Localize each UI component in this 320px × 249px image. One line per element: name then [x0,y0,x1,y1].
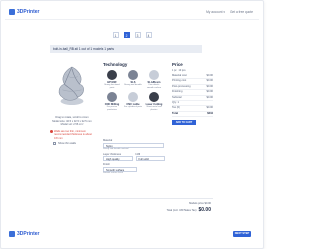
technology-section: Technology HP MJF Strong functional part… [103,62,163,111]
infill-select[interactable]: Full solid [135,156,165,162]
logo-text: 3DPrinter [17,8,40,15]
price-label: Subtotal [172,95,182,99]
order-summary: Models price $0.00 Total (incl. VAT/Sale… [50,198,213,216]
step-4[interactable]: 4 [145,32,152,38]
price-value: $0.00 [206,84,214,88]
model-viewer[interactable] [50,56,94,116]
step-indicator: 1 2 3 4 [1,32,263,38]
price-value: $0.00 [206,95,214,99]
price-label: Printing cost [172,79,187,83]
tech-option-cnc-milling[interactable]: CNC Milling For precise production [103,91,121,111]
price-label: Qty: 1 [172,101,179,105]
my-account-link[interactable]: My account ▾ [206,10,225,14]
show-thin-walls-toggle[interactable]: Show thin walls [50,142,94,145]
tech-desc: Fine details smooth surface [146,84,162,89]
total-label: Total (incl. VAT/Sales Tax) [166,208,197,212]
tech-option-sls[interactable]: SLS Strong and durable [124,69,142,89]
layer-infill-row: Layer thickness High quality Infill Full… [103,151,165,162]
price-label: Total [172,111,179,115]
tech-option-hp-mjf[interactable]: HP MJF Strong functional parts [103,69,121,89]
hp-mjf-icon [107,70,117,80]
footer-logo[interactable]: 3DPrinter [9,231,40,237]
price-label: Material cost [172,74,187,77]
technology-title: Technology [103,62,128,67]
model-preview-panel: Drag to rotate, scroll to zoom Model siz… [50,56,94,145]
options-form: Material Nylon Strong and durable materi… [103,137,165,175]
technology-grid: HP MJF Strong functional parts SLS Stron… [103,69,163,111]
warning-icon [50,130,53,134]
price-label: Finishing [172,90,183,94]
model-volume: Model vol: 2.56 cm³ [60,123,84,127]
models-price: Models price $0.00 [189,202,211,205]
step-3[interactable]: 3 [134,32,141,38]
header-links: My account ▾ Get a free quote [206,10,253,14]
sls-icon [128,70,138,80]
price-value: $0.00 [206,74,214,77]
tech-option-laser-cutting[interactable]: Laser Cutting Sheet metal and plastics [145,91,163,111]
price-value: $234 [207,111,213,115]
tech-desc: Strong and durable [124,84,142,86]
laser-cutting-icon [149,92,159,103]
warning-text: Walls are too thin, minimum recommended … [54,129,92,140]
finish-hint: Smooth surface finish [103,171,123,174]
price-label: Post-processing [172,84,191,88]
price-title: Price [172,62,183,67]
tech-desc: For precise production [106,106,118,111]
layer-select[interactable]: High quality [103,156,133,162]
price-value: $0.00 [206,79,214,83]
app-window: 3DPrinter My account ▾ Get a free quote … [0,0,264,249]
logo[interactable]: 3DPrinter [9,8,40,15]
cnc-milling-icon [107,92,117,103]
file-info-bar: bolt-in-ball_RB.stl 1 out of 1 models 1 … [50,45,202,53]
step-2[interactable]: 2 [123,32,130,38]
price-total-row: Total $234 [172,111,213,118]
price-tabs: 1 pc 10 pcs [172,69,213,72]
top-header: 3DPrinter My account ▾ Get a free quote [5,4,259,20]
show-thin-walls-label: Show thin walls [58,142,76,145]
add-to-cart-button[interactable]: ADD TO CART [172,120,196,126]
checkbox-icon[interactable] [53,142,56,145]
tab-1-pc[interactable]: 1 pc [172,69,177,72]
price-label: Tax (0) [172,106,180,110]
logo-mark-icon [9,231,15,237]
thin-wall-warning: Walls are too thin, minimum recommended … [50,130,94,140]
step-1[interactable]: 1 [112,32,119,38]
price-panel: Price 1 pc 10 pcs Material cost $0.00 Pri… [172,62,214,126]
tech-desc: Sheet metal and plastics [146,106,162,111]
logo-mark-icon [9,8,15,15]
tech-option-cnc-lathe[interactable]: CNC Lathe For cylindrical parts [124,91,142,111]
price-value: $0.00 [206,90,214,94]
tech-desc: Strong functional parts [104,84,120,89]
total-line: Total (incl. VAT/Sales Tax) $0.00 [167,207,211,213]
footer-logo-text: 3DPrinter [17,231,40,237]
cnc-lathe-icon [128,92,138,103]
sla-icon [149,70,159,80]
footer-bar: 3DPrinter NEXT STEP [5,227,259,241]
3d-model-icon [58,66,84,105]
tech-desc: For cylindrical parts [124,106,143,109]
tech-option-sla[interactable]: SLA/Resin Fine details smooth surface [145,69,163,89]
total-amount: $0.00 [198,207,211,213]
free-quote-link[interactable]: Get a free quote [230,10,253,14]
tab-10-pcs[interactable]: 10 pcs [179,69,186,72]
next-step-button[interactable]: NEXT STEP [233,231,251,237]
price-value: $0.00 [206,106,214,110]
